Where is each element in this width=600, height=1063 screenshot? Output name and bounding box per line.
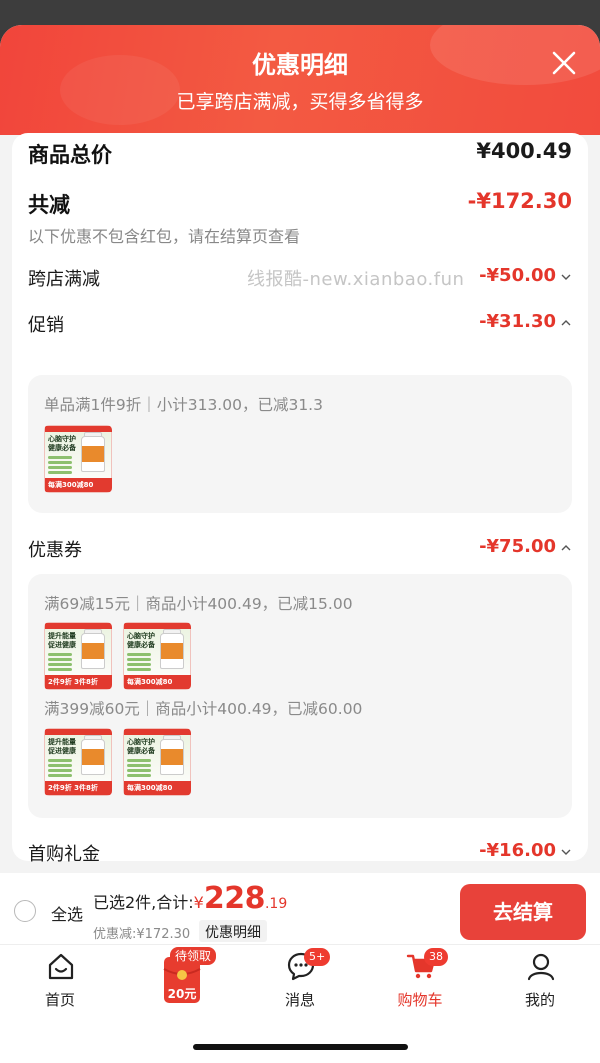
coupon-label: 优惠券 xyxy=(28,540,82,561)
close-icon xyxy=(552,51,576,75)
total-reduce-value: -¥172.30 xyxy=(467,189,572,213)
home-indicator xyxy=(193,1044,408,1050)
selected-count-text: 已选2件,合计: xyxy=(93,893,194,912)
total-amount-integer: 228 xyxy=(203,881,266,916)
profile-icon xyxy=(527,953,555,981)
product-image: 心脑守护 健康必备 每满300减80 xyxy=(123,728,191,796)
checkout-bar: 全选 已选2件,合计:¥228.19 优惠减:¥172.30 优惠明细 去结算 xyxy=(0,873,600,945)
discount-detail-toggle[interactable]: 优惠明细 xyxy=(199,920,267,942)
cross-store-label: 跨店满减 xyxy=(28,269,100,290)
discount-detail-sheet: 优惠明细 已享跨店满减，买得多省得多 商品总价 ¥400.49 共减 -¥172… xyxy=(0,25,600,873)
product-promo: 每满300减80 xyxy=(45,478,112,492)
home-icon xyxy=(48,953,74,980)
sheet-subtitle: 已享跨店满减，买得多省得多 xyxy=(176,91,424,113)
select-all-checkbox[interactable] xyxy=(14,900,36,922)
product-tagline: 提升能量 促进健康 xyxy=(48,738,76,755)
cart-badge: 38 xyxy=(424,948,448,966)
first-gift-value: -¥16.00 xyxy=(479,840,556,861)
total-reduce-label: 共减 xyxy=(28,193,70,217)
tab-profile-label: 我的 xyxy=(524,991,555,1009)
watermark: 线报酷-new.xianbao.fun xyxy=(247,269,465,290)
product-promo: 每满300减80 xyxy=(124,781,191,795)
product-tagline: 提升能量 促进健康 xyxy=(48,632,76,649)
tab-red-packet[interactable]: 待领取 20元 xyxy=(130,945,230,1015)
product-tagline: 心脑守护 健康必备 xyxy=(127,738,155,755)
product-promo: 2件9折 3件8折 xyxy=(45,675,112,689)
chevron-up-icon xyxy=(561,319,571,325)
close-button[interactable] xyxy=(548,47,580,79)
total-reduce-row: 共减 -¥172.30 xyxy=(28,189,572,219)
chevron-down-icon xyxy=(561,274,571,280)
coupon-detail-box: 满69减15元｜商品小计400.49，已减15.00 提升能量 促进健康 2件9… xyxy=(28,574,572,818)
reduce-note: 以下优惠不包含红包，请在结算页查看 xyxy=(28,227,301,246)
tab-home-label: 首页 xyxy=(44,991,75,1009)
promotion-label: 促销 xyxy=(28,315,64,336)
first-gift-label: 首购礼金 xyxy=(28,844,100,865)
product-tagline: 心脑守护 健康必备 xyxy=(127,632,155,649)
product-promo: 每满300减80 xyxy=(124,675,191,689)
red-packet-amount: 20元 xyxy=(167,987,197,1001)
chevron-down-icon xyxy=(561,849,571,855)
first-gift-row[interactable]: 首购礼金 -¥16.00 xyxy=(28,840,572,866)
checkout-summary: 已选2件,合计:¥228.19 xyxy=(93,881,287,916)
tab-home[interactable]: 首页 xyxy=(10,945,110,1015)
total-price-label: 商品总价 xyxy=(28,143,112,167)
currency-symbol: ¥ xyxy=(193,893,204,912)
total-amount-decimal: .19 xyxy=(264,896,288,912)
product-thumbnail[interactable]: 心脑守护 健康必备 每满300减80 xyxy=(123,728,191,796)
promotion-rule: 单品满1件9折｜小计313.00，已减31.3 xyxy=(44,396,323,414)
promotion-value-wrap: -¥31.30 xyxy=(479,311,572,332)
discount-card: 商品总价 ¥400.49 共减 -¥172.30 以下优惠不包含红包，请在结算页… xyxy=(12,133,588,865)
coupon-value: -¥75.00 xyxy=(479,536,556,557)
promotion-value: -¥31.30 xyxy=(479,311,556,332)
product-promo: 2件9折 3件8折 xyxy=(45,781,112,795)
product-tagline: 心脑守护 健康必备 xyxy=(48,435,76,452)
cross-store-value-wrap: -¥50.00 xyxy=(479,265,572,286)
tab-messages-label: 消息 xyxy=(284,991,315,1009)
select-all-label[interactable]: 全选 xyxy=(51,901,83,925)
sheet-header: 优惠明细 已享跨店满减，买得多省得多 xyxy=(0,25,600,135)
product-image: 提升能量 促进健康 2件9折 3件8折 xyxy=(44,622,112,690)
product-thumbnail[interactable]: 心脑守护 健康必备 每满300减80 xyxy=(44,425,112,493)
coupon-rule: 满69减15元｜商品小计400.49，已减15.00 xyxy=(44,595,353,613)
chevron-up-icon xyxy=(561,544,571,550)
messages-badge: 5+ xyxy=(304,948,331,966)
product-thumbnail[interactable]: 提升能量 促进健康 2件9折 3件8折 xyxy=(44,728,112,796)
product-thumbnail[interactable]: 心脑守护 健康必备 每满300减80 xyxy=(123,622,191,690)
total-price-row: 商品总价 ¥400.49 xyxy=(28,139,572,169)
product-thumbnail[interactable]: 提升能量 促进健康 2件9折 3件8折 xyxy=(44,622,112,690)
promotion-detail-box: 单品满1件9折｜小计313.00，已减31.3 心脑守护 健康必备 每满300减… xyxy=(28,375,572,513)
coupon-row[interactable]: 优惠券 -¥75.00 xyxy=(28,536,572,562)
coupon-rule: 满399减60元｜商品小计400.49，已减60.00 xyxy=(44,700,363,718)
checkout-button[interactable]: 去结算 xyxy=(460,884,586,940)
total-price-value: ¥400.49 xyxy=(476,139,572,163)
cross-store-value: -¥50.00 xyxy=(479,265,556,286)
red-packet-badge: 待领取 xyxy=(170,947,217,965)
tab-messages[interactable]: 5+ 消息 xyxy=(250,945,350,1015)
discount-summary: 优惠减:¥172.30 xyxy=(93,927,191,942)
coupon-value-wrap: -¥75.00 xyxy=(479,536,572,557)
promotion-row[interactable]: 促销 -¥31.30 xyxy=(28,311,572,337)
product-image: 提升能量 促进健康 2件9折 3件8折 xyxy=(44,728,112,796)
first-gift-value-wrap: -¥16.00 xyxy=(479,840,572,861)
tab-cart[interactable]: 38 购物车 xyxy=(370,945,470,1015)
sheet-title: 优惠明细 xyxy=(252,51,348,79)
tab-profile[interactable]: 我的 xyxy=(490,945,590,1015)
product-image: 心脑守护 健康必备 每满300减80 xyxy=(44,425,112,493)
tab-cart-label: 购物车 xyxy=(397,991,443,1009)
product-image: 心脑守护 健康必备 每满300减80 xyxy=(123,622,191,690)
